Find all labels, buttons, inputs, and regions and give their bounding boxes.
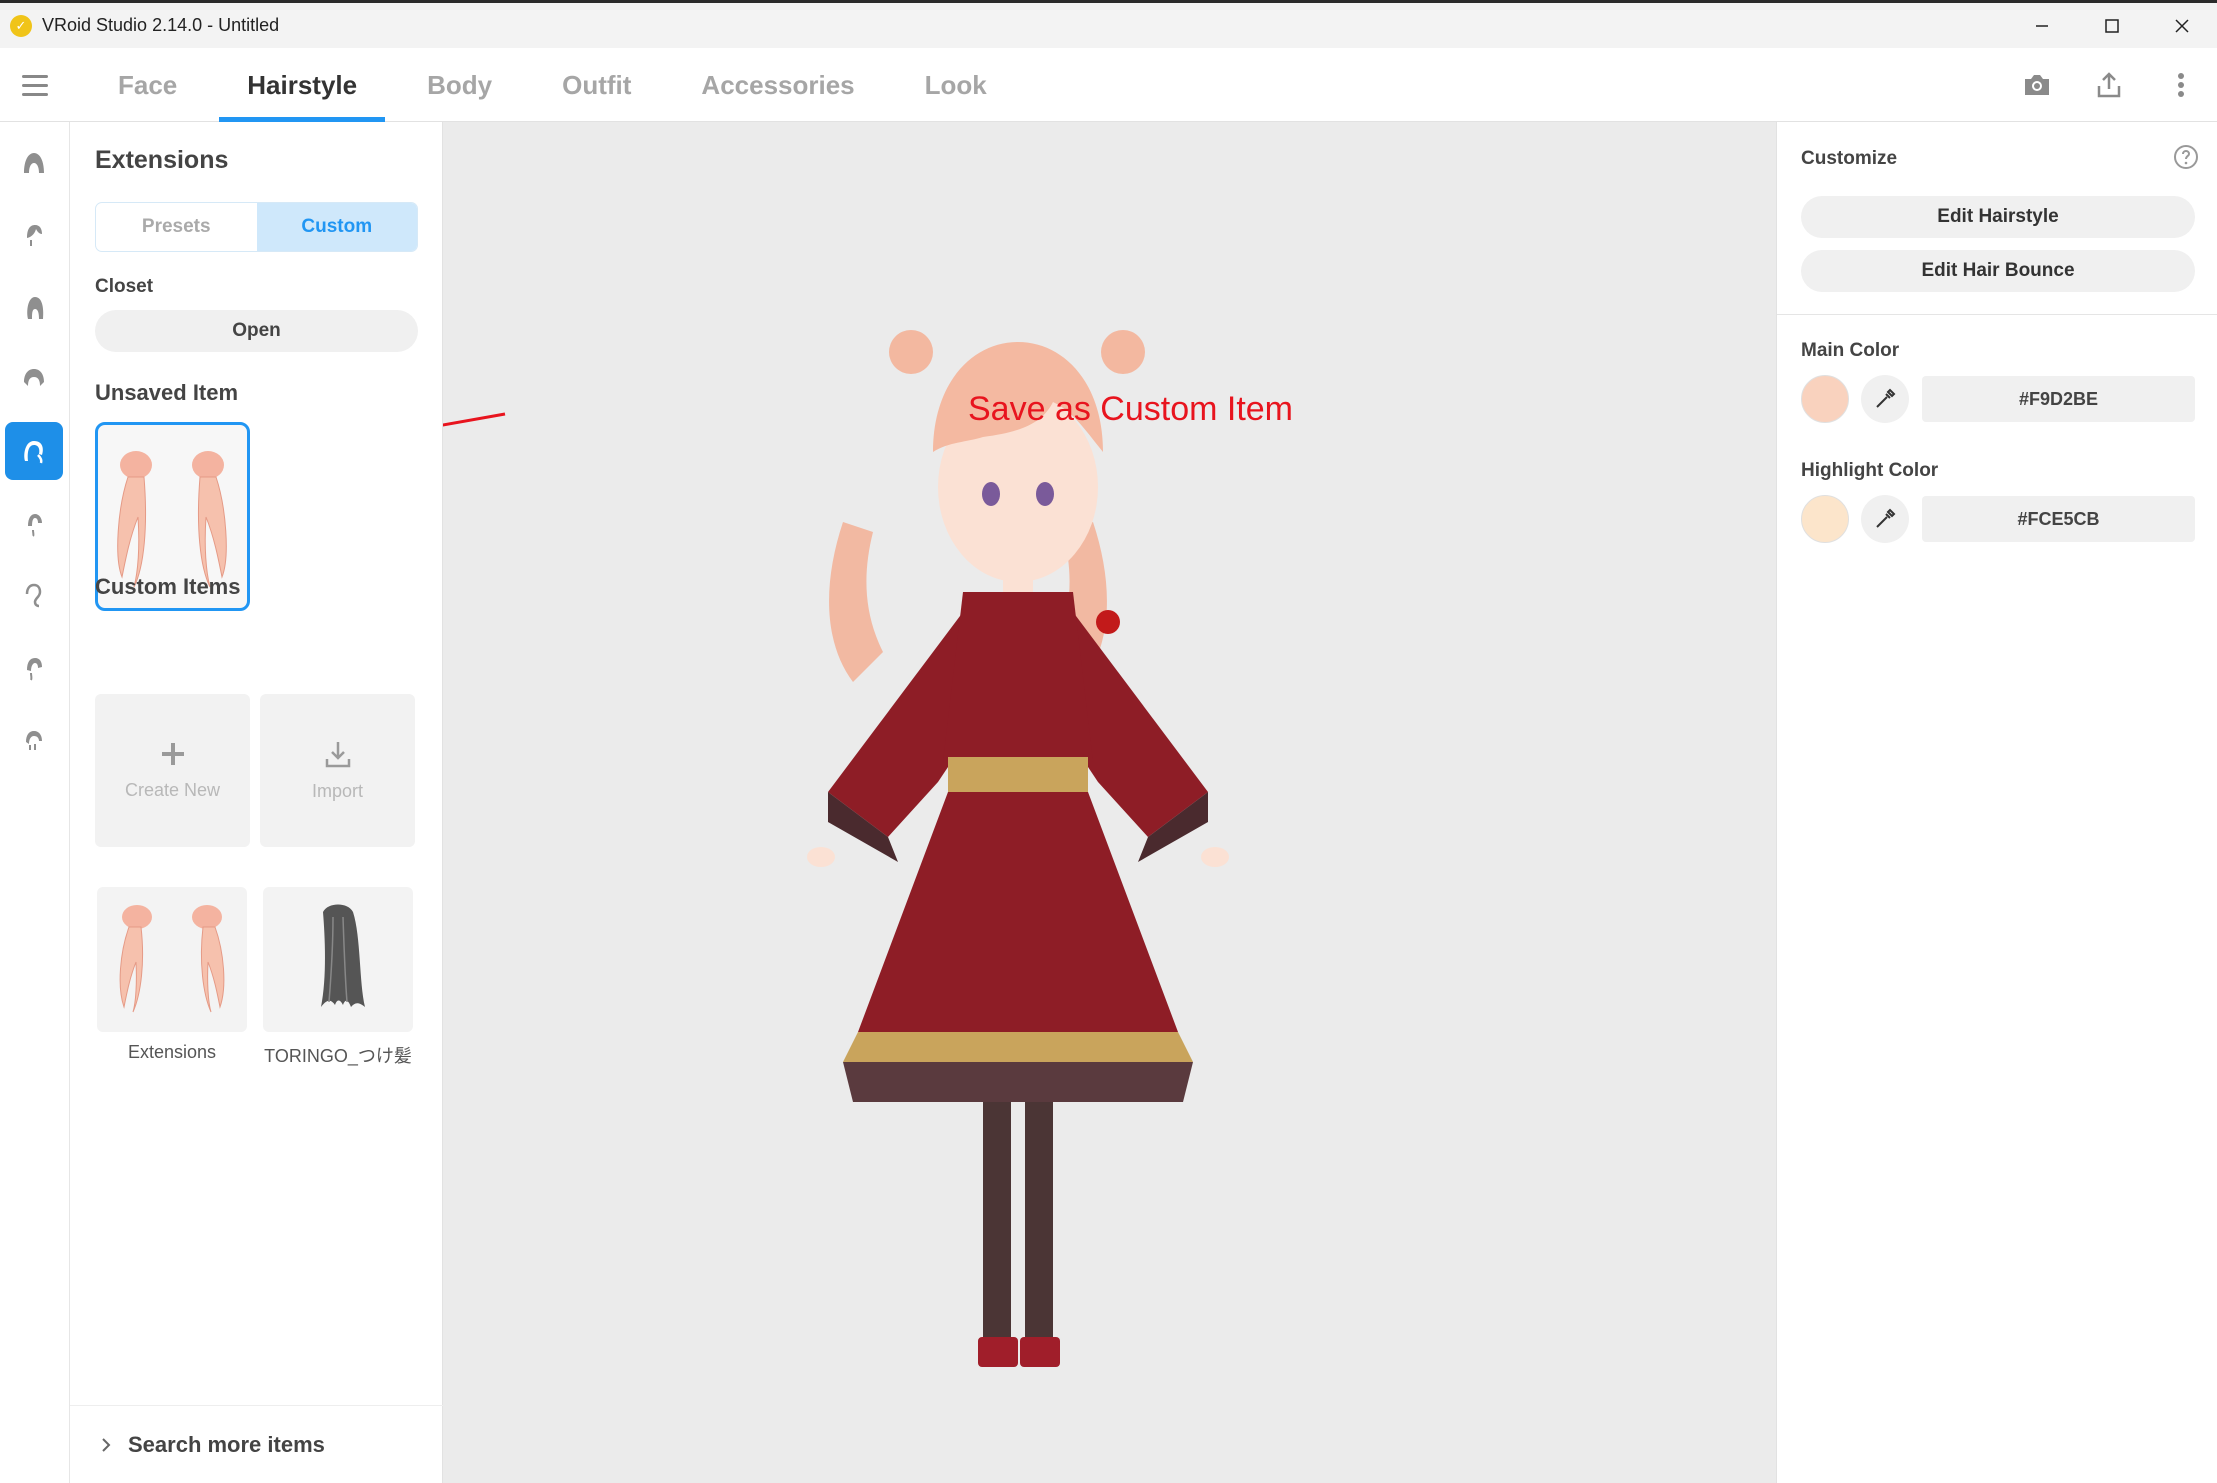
maximize-icon: [2105, 18, 2119, 33]
search-more-items-button[interactable]: Search more items: [70, 1405, 443, 1483]
annotation-arrow: [443, 412, 506, 427]
tab-face[interactable]: Face: [90, 48, 205, 122]
menu-icon: [22, 74, 48, 78]
rail-side-hair[interactable]: [5, 350, 63, 408]
camera-icon: [2025, 75, 2049, 95]
unsaved-item-label: Unsaved Item: [95, 380, 239, 405]
front-hair-icon: [27, 225, 42, 246]
rail-base-hair[interactable]: [5, 134, 63, 192]
title-bar: ✓ VRoid Studio 2.14.0 - Untitled: [0, 0, 2217, 48]
divider: [1777, 314, 2217, 315]
ponytail-icon: [27, 658, 42, 681]
app-logo-icon: ✓: [10, 14, 32, 37]
help-icon[interactable]: [2173, 144, 2199, 170]
ahoge-icon: [28, 514, 42, 537]
highlight-color-label: Highlight Color: [1801, 460, 1939, 481]
camera-button[interactable]: [2001, 48, 2073, 122]
plus-icon: [161, 743, 184, 765]
search-more-label: Search more items: [128, 1431, 325, 1457]
main-color-label: Main Color: [1801, 340, 1900, 361]
hair-category-rail: [0, 122, 70, 1483]
main-color-hex-input[interactable]: #F9D2BE: [1922, 376, 2195, 422]
custom-item-extensions[interactable]: [97, 887, 247, 1032]
rail-front-hair[interactable]: [5, 206, 63, 264]
chevron-right-icon: [102, 1437, 111, 1452]
menu-button[interactable]: [22, 70, 58, 100]
tab-accessories[interactable]: Accessories: [673, 48, 882, 122]
export-button[interactable]: [2073, 48, 2145, 122]
main-color-eyedropper[interactable]: [1861, 375, 1909, 423]
eyedropper-icon: [1876, 508, 1896, 528]
custom-item-extensions-label: Extensions: [127, 1042, 217, 1062]
preset-custom-toggle: Presets Custom: [95, 202, 418, 252]
eyedropper-icon: [1876, 388, 1896, 408]
category-tabs: Face Hairstyle Body Outfit Accessories L…: [90, 48, 1029, 122]
highlight-color-eyedropper[interactable]: [1861, 495, 1909, 543]
export-icon: [2097, 72, 2121, 98]
bun-icon: [26, 731, 42, 750]
extensions-icon: [24, 441, 43, 464]
more-vertical-icon: [2178, 73, 2184, 97]
base-hair-icon: [24, 153, 44, 173]
presets-tab[interactable]: Presets: [96, 203, 257, 251]
window-title: VRoid Studio 2.14.0 - Untitled: [42, 15, 280, 35]
close-icon: [2175, 18, 2189, 33]
maximize-button[interactable]: [2077, 3, 2147, 48]
minimize-icon: [2036, 24, 2048, 27]
rail-extensions[interactable]: [5, 422, 63, 480]
edit-hairstyle-button[interactable]: Edit Hairstyle: [1801, 196, 2195, 238]
window-controls: [2007, 3, 2217, 48]
rail-ahoge[interactable]: [5, 494, 63, 552]
custom-tab[interactable]: Custom: [256, 203, 417, 251]
rail-ponytail[interactable]: [5, 638, 63, 696]
top-actions: [2001, 48, 2217, 122]
toringo-hair-thumbnail: [321, 904, 365, 1007]
main-color-swatch[interactable]: [1801, 375, 1849, 423]
panel-title: Extensions: [95, 146, 229, 174]
braid-icon: [25, 583, 42, 608]
rail-bun[interactable]: [5, 710, 63, 768]
tab-body[interactable]: Body: [399, 48, 520, 122]
customize-label: Customize: [1801, 148, 1898, 169]
tab-hairstyle[interactable]: Hairstyle: [219, 48, 385, 122]
back-hair-icon: [27, 297, 44, 319]
highlight-color-hex-input[interactable]: #FCE5CB: [1922, 496, 2195, 542]
side-hair-icon: [24, 369, 44, 386]
close-button[interactable]: [2147, 3, 2217, 48]
closet-label: Closet: [95, 276, 154, 297]
custom-items-label: Custom Items: [95, 574, 241, 599]
tab-look[interactable]: Look: [897, 48, 1015, 122]
rail-braid[interactable]: [5, 566, 63, 624]
create-new-button[interactable]: Create New: [95, 694, 250, 847]
tab-outfit[interactable]: Outfit: [534, 48, 659, 122]
model-viewport[interactable]: Save as Custom Item: [443, 122, 1776, 1483]
create-new-label: Create New: [124, 780, 221, 800]
extensions-thumbnail: [119, 905, 225, 1013]
custom-item-toringo[interactable]: [263, 887, 413, 1032]
edit-hair-bounce-button[interactable]: Edit Hair Bounce: [1801, 250, 2195, 292]
custom-item-toringo-label: TORINGO_つけ髪: [264, 1046, 412, 1066]
avatar-model: [443, 330, 1229, 1367]
closet-open-button[interactable]: Open: [95, 310, 418, 352]
customize-panel: Customize Edit Hairstyle Edit Hair Bounc…: [1776, 122, 2217, 1483]
highlight-color-swatch[interactable]: [1801, 495, 1849, 543]
download-icon: [325, 742, 350, 768]
top-navigation: Face Hairstyle Body Outfit Accessories L…: [0, 48, 2217, 122]
hair-items-panel: Extensions Presets Custom Closet Open Un…: [70, 122, 443, 1483]
annotation-label: Save as Custom Item: [968, 390, 1294, 428]
more-button[interactable]: [2145, 48, 2217, 122]
rail-back-hair[interactable]: [5, 278, 63, 336]
minimize-button[interactable]: [2007, 3, 2077, 48]
import-button[interactable]: Import: [260, 694, 415, 847]
import-label: Import: [311, 781, 363, 801]
